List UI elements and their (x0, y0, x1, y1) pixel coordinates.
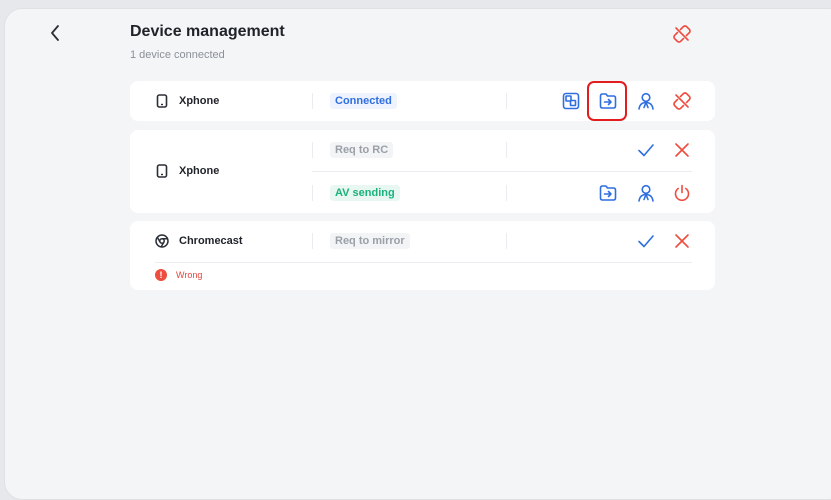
device-name: Chromecast (155, 234, 243, 248)
row-divider (155, 262, 692, 263)
user-control-icon (638, 184, 654, 202)
accept-icon (638, 144, 654, 157)
chrome-icon (155, 234, 169, 248)
page-subtitle: 1 device connected (130, 49, 225, 61)
error-text: Wrong (176, 270, 203, 280)
selection-highlight (587, 81, 627, 121)
device-card-chromecast: Chromecast Req to mirror (130, 221, 715, 290)
screen-share-icon (562, 92, 580, 110)
device-name: Xphone (155, 164, 219, 178)
divider (312, 233, 313, 249)
user-control-button[interactable] (635, 182, 657, 204)
file-transfer-icon (599, 185, 617, 201)
device-card-xphone-connected: Xphone Connected (130, 81, 715, 121)
disconnect-button[interactable] (671, 90, 693, 112)
accept-icon (638, 235, 654, 248)
error-icon: ! (155, 269, 167, 281)
reject-icon (675, 234, 689, 248)
back-button[interactable] (44, 20, 66, 46)
divider (506, 142, 507, 158)
phone-icon (155, 94, 169, 108)
screen-share-button[interactable] (560, 90, 582, 112)
phone-icon (155, 164, 169, 178)
device-name: Xphone (155, 94, 219, 108)
user-control-button[interactable] (635, 90, 657, 112)
row-divider (312, 171, 692, 172)
reject-button[interactable] (671, 230, 693, 252)
divider (506, 233, 507, 249)
device-name-label: Chromecast (179, 235, 243, 247)
divider (312, 142, 313, 158)
status-badge: Req to RC (330, 142, 394, 158)
divider (312, 93, 313, 109)
accept-button[interactable] (635, 230, 657, 252)
status-badge: Req to mirror (330, 233, 410, 249)
power-button[interactable] (671, 182, 693, 204)
disconnect-all-button[interactable] (671, 23, 693, 45)
device-name-label: Xphone (179, 95, 220, 107)
status-badge: Connected (330, 93, 397, 109)
disconnect-icon (673, 92, 691, 110)
reject-button[interactable] (671, 139, 693, 161)
file-transfer-button[interactable] (597, 182, 619, 204)
device-card-xphone-requests: Xphone Req to RC AV sending (130, 130, 715, 213)
disconnect-icon (673, 25, 691, 43)
divider (312, 185, 313, 201)
error-message: ! Wrong (155, 269, 202, 281)
chevron-left-icon (51, 25, 59, 41)
reject-icon (675, 143, 689, 157)
user-control-icon (638, 92, 654, 110)
divider (506, 93, 507, 109)
status-badge: AV sending (330, 185, 400, 201)
divider (506, 185, 507, 201)
page-title: Device management (130, 23, 285, 40)
accept-button[interactable] (635, 139, 657, 161)
device-name-label: Xphone (179, 165, 220, 177)
power-icon (674, 184, 690, 202)
